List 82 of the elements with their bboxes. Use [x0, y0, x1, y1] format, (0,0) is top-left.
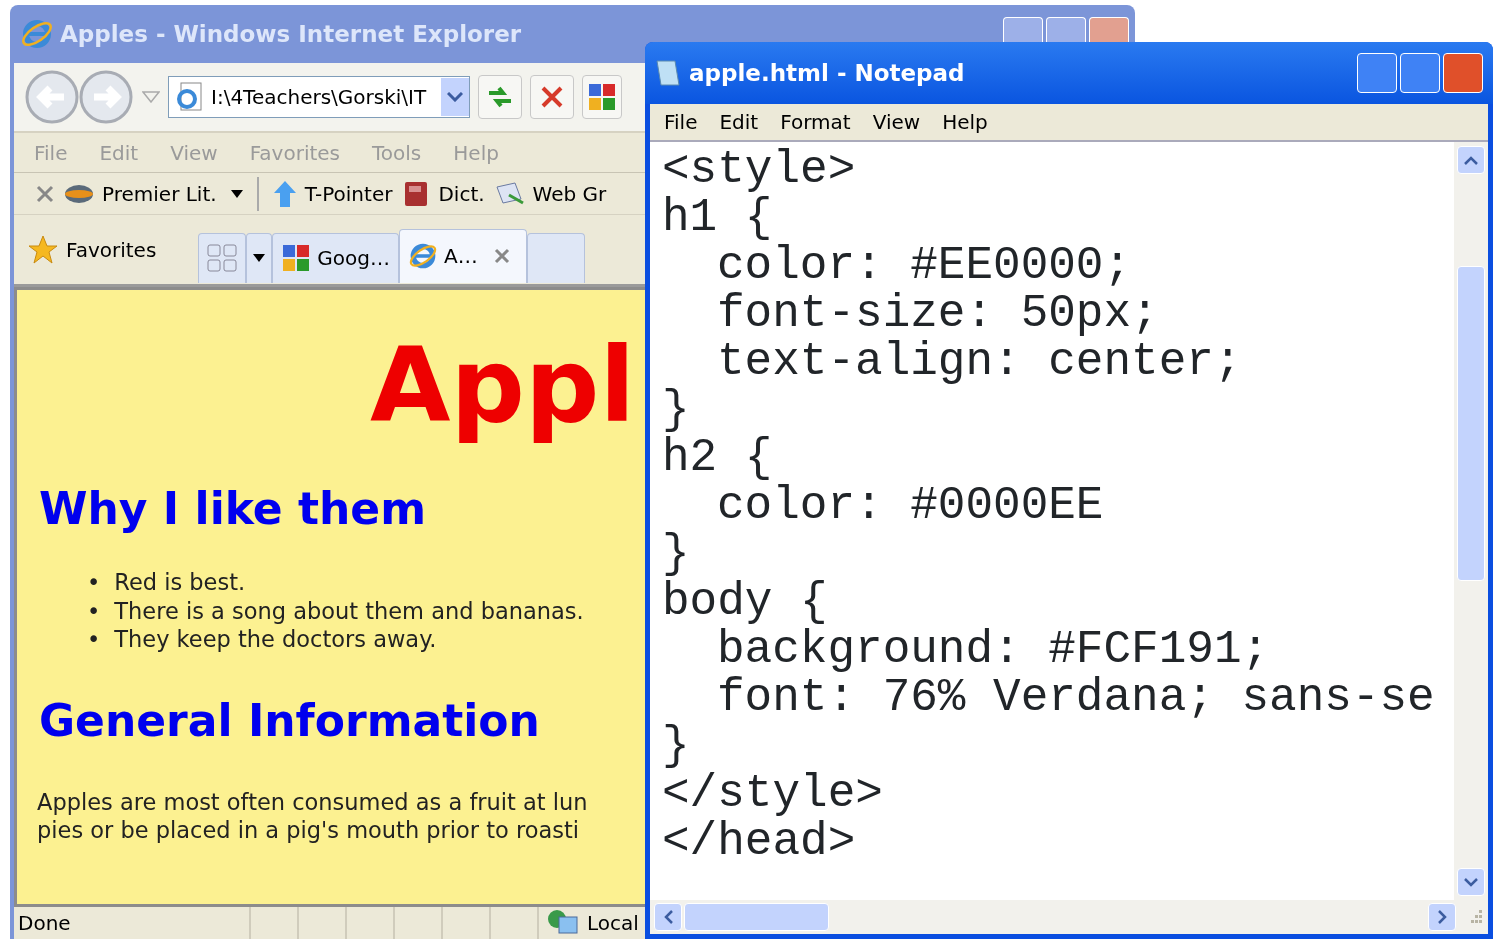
code-line: }	[662, 722, 690, 770]
browser-tab[interactable]: Goog…	[272, 232, 399, 283]
scrollbar-thumb[interactable]	[684, 903, 829, 931]
scroll-right-button[interactable]	[1428, 903, 1456, 931]
close-icon[interactable]	[36, 184, 54, 203]
toolbar-link[interactable]: T-Pointer	[272, 178, 393, 209]
caret-icon	[253, 254, 266, 262]
list-item: There is a song about them and bananas.	[114, 596, 584, 626]
code-line: </style>	[662, 770, 883, 818]
window-title: apple.html - Notepad	[689, 58, 965, 88]
notepad-icon	[653, 58, 681, 88]
list-bullet: •	[87, 625, 101, 654]
menu-item[interactable]: Help	[942, 107, 988, 137]
toolbar-link[interactable]: Web Gr	[494, 178, 607, 209]
chevron-up-icon	[1464, 155, 1478, 165]
chevron-down-icon	[1464, 877, 1478, 887]
star-icon[interactable]	[28, 234, 58, 265]
code-line: background: #FCF191;	[716, 626, 1270, 674]
maximize-button[interactable]	[1046, 17, 1086, 42]
page-heading: Appl	[370, 328, 636, 443]
menu-item[interactable]: File	[664, 107, 698, 137]
browser-logo-icon	[408, 241, 438, 271]
arrow-up-icon	[272, 179, 297, 208]
globe-monitor-icon	[547, 909, 579, 937]
list-item: They keep the doctors away.	[114, 625, 437, 654]
code-line: <style>	[662, 146, 856, 194]
list-bullet: •	[87, 568, 101, 597]
scroll-down-button[interactable]	[1457, 868, 1485, 896]
code-line: font: 76% Verdana; sans-se	[716, 674, 1435, 722]
scrollbar-thumb[interactable]	[1457, 266, 1485, 581]
browser-tab[interactable]: A…	[399, 228, 527, 283]
code-line: }	[662, 386, 690, 434]
minimize-button[interactable]	[1357, 53, 1397, 93]
toolbar-link[interactable]: Dict.	[402, 178, 485, 209]
code-line: </head>	[662, 818, 856, 866]
status-text: Done	[17, 910, 72, 937]
search-provider-button[interactable]	[582, 75, 622, 119]
menu-item[interactable]: Format	[780, 107, 851, 137]
colored-squares-icon	[281, 243, 312, 273]
menu-item[interactable]: Edit	[719, 107, 759, 137]
browser-logo-icon	[20, 17, 54, 51]
grid-icon	[207, 244, 238, 272]
refresh-button[interactable]	[478, 75, 522, 119]
code-line: text-align: center;	[716, 338, 1242, 386]
address-field[interactable]: I:\4Teachers\Gorski\IT	[168, 76, 470, 118]
code-line: color: #EE0000;	[716, 242, 1132, 290]
section-heading: Why I like them	[39, 482, 426, 537]
close-icon	[540, 85, 564, 109]
paragraph: Apples are most often consumed as a fruit at lun pies or be placed in a pig's mouth prior to roasti	[37, 787, 588, 845]
toolbar-link[interactable]: Premier Lit.	[64, 178, 243, 209]
stop-button[interactable]	[530, 75, 574, 119]
forward-button[interactable]	[78, 69, 134, 125]
list-item: Red is best.	[114, 568, 246, 597]
code-line: body {	[662, 578, 828, 626]
favorites-label[interactable]: Favorites	[66, 234, 157, 265]
code-line: color: #0000EE	[716, 482, 1104, 530]
scroll-up-button[interactable]	[1457, 146, 1485, 174]
section-heading: General Information	[39, 693, 540, 748]
close-tab-icon[interactable]	[493, 248, 510, 264]
dropdown-icon[interactable]	[142, 91, 160, 103]
chevron-left-icon	[663, 910, 673, 924]
caret-icon	[230, 189, 243, 198]
page-icon	[175, 82, 203, 112]
code-line: }	[662, 530, 690, 578]
code-line: h2 {	[662, 434, 773, 482]
maximize-button[interactable]	[1400, 53, 1440, 93]
minimize-button[interactable]	[1003, 17, 1043, 42]
scroll-left-button[interactable]	[654, 903, 682, 931]
colored-squares-icon	[587, 82, 617, 112]
code-line: font-size: 50px;	[716, 290, 1159, 338]
pen-paper-icon	[494, 180, 525, 207]
window-title: Apples - Windows Internet Explorer	[60, 19, 522, 49]
list-bullet: •	[87, 596, 101, 626]
menu-item[interactable]: View	[872, 107, 921, 137]
code-line: h1 {	[662, 194, 773, 242]
chevron-right-icon	[1437, 910, 1447, 924]
chevron-down-icon[interactable]	[447, 92, 463, 102]
close-button[interactable]	[1443, 53, 1483, 93]
back-button[interactable]	[24, 69, 80, 125]
tab-list-button[interactable]	[246, 232, 273, 283]
close-button[interactable]	[1089, 17, 1129, 42]
zone-indicator: Local	[537, 907, 639, 939]
